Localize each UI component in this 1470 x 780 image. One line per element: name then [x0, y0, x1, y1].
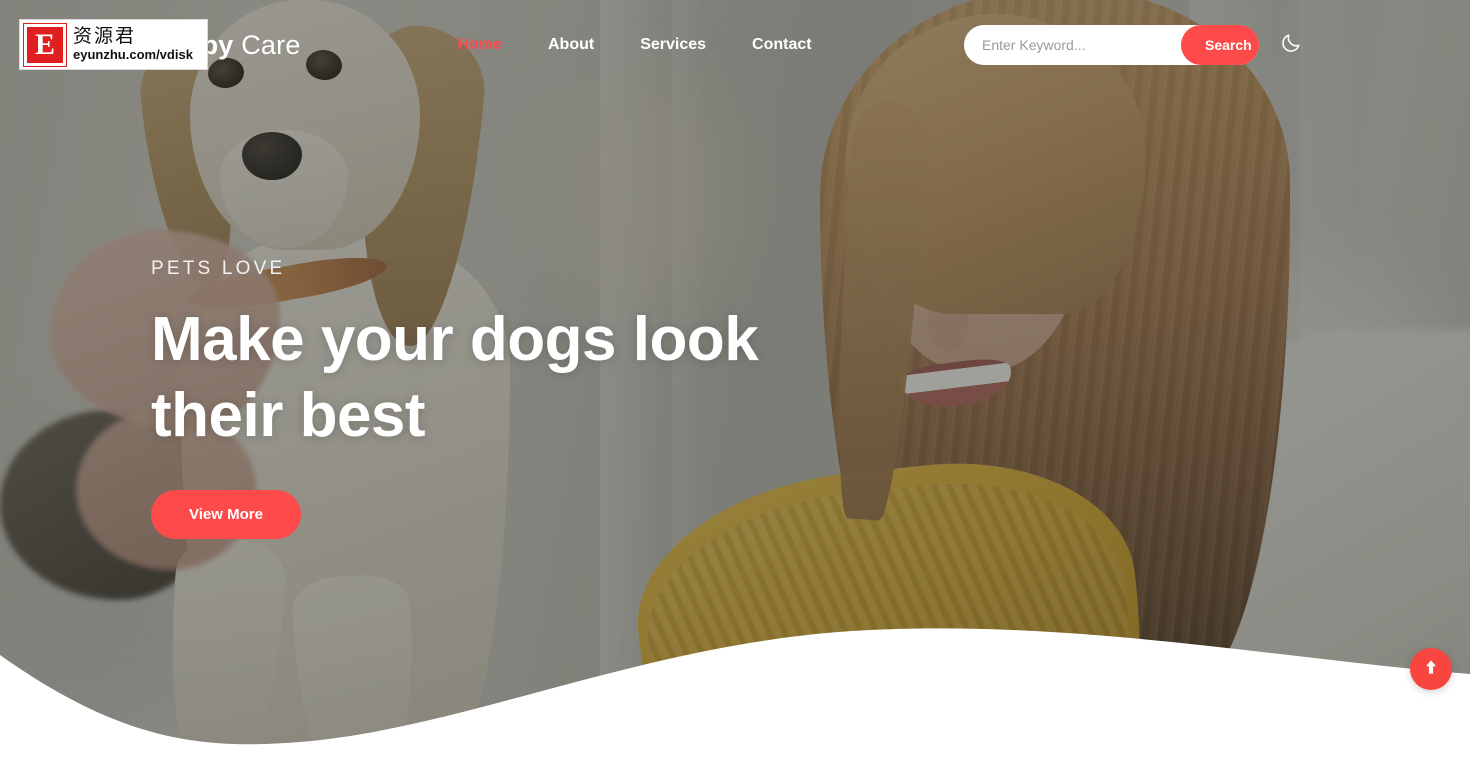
page-root: Puppy Care Home About Services Contact S… [0, 0, 1470, 780]
watermark-overlay: E 资源君 eyunzhu.com/vdisk [19, 19, 208, 70]
scroll-to-top-button[interactable] [1410, 648, 1452, 690]
watermark-logo-letter: E [34, 27, 55, 61]
watermark-url: eyunzhu.com/vdisk [73, 46, 193, 62]
main-navigation: Home About Services Contact [435, 36, 835, 54]
search-input[interactable] [964, 25, 1181, 65]
navbar: Puppy Care Home About Services Contact S… [0, 0, 1470, 90]
watermark-logo-icon: E [24, 23, 66, 66]
view-more-button[interactable]: View More [151, 490, 301, 540]
hero-headline: Make your dogs look their best [151, 305, 759, 450]
watermark-chinese-text: 资源君 [73, 24, 137, 47]
search-box: Search [964, 25, 1259, 65]
nav-item-about[interactable]: About [525, 36, 617, 54]
arrow-up-icon [1423, 658, 1439, 681]
dark-mode-toggle[interactable] [1277, 31, 1305, 59]
hero-content: PETS LOVE Make your dogs look their best… [151, 258, 871, 540]
search-button[interactable]: Search [1181, 25, 1259, 65]
moon-icon [1280, 32, 1302, 59]
nav-item-contact[interactable]: Contact [729, 36, 835, 54]
watermark-text-group: 资源君 eyunzhu.com/vdisk [73, 24, 193, 62]
logo-text-light: Care [233, 29, 301, 60]
nav-item-services[interactable]: Services [617, 36, 729, 54]
navbar-right-group: Search [964, 25, 1440, 65]
hero-wave-divider [0, 590, 1470, 780]
nav-item-home[interactable]: Home [435, 36, 525, 54]
hero-eyebrow: PETS LOVE [151, 258, 286, 279]
